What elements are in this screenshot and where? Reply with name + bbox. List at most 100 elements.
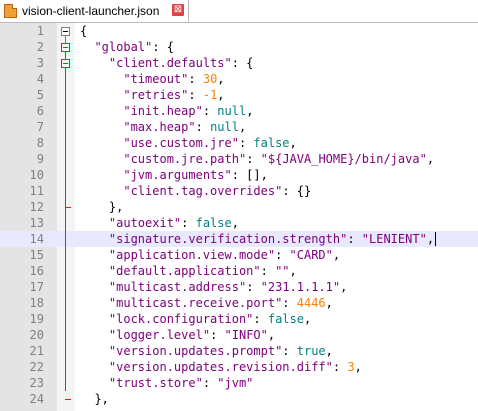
code-token: "231.1.1.1" xyxy=(260,280,341,294)
code-line[interactable]: 19 "lock.configuration": false, xyxy=(0,311,478,327)
code-token: : xyxy=(260,264,276,278)
code-token: }, xyxy=(80,200,124,214)
code-token: "INFO" xyxy=(224,328,268,342)
code-line[interactable]: 18 "multicast.receive.port": 4446, xyxy=(0,295,478,311)
line-number: 16 xyxy=(29,264,44,278)
code-token: : xyxy=(188,72,203,86)
tab-vision-client-launcher[interactable]: vision-client-launcher.json ⊠ xyxy=(0,0,189,22)
code-line[interactable]: 5 "retries": -1, xyxy=(0,87,478,103)
code-text: "autoexit": false, xyxy=(80,215,239,231)
code-token: "jvm.arguments" xyxy=(123,168,232,182)
code-line[interactable]: 23 "trust.store": "jvm" xyxy=(0,375,478,391)
code-line[interactable]: 24 }, xyxy=(0,391,478,407)
line-number: 15 xyxy=(29,248,44,262)
code-token: : {} xyxy=(282,184,312,198)
code-line[interactable]: 20 "logger.level": "INFO", xyxy=(0,327,478,343)
code-token: : xyxy=(202,376,218,390)
code-line[interactable]: 11 "client.tag.overrides": {} xyxy=(0,183,478,199)
code-token: 4446 xyxy=(296,296,326,310)
code-line[interactable]: 21 "version.updates.prompt": true, xyxy=(0,343,478,359)
code-text: "timeout": 30, xyxy=(80,71,224,87)
code-token: { xyxy=(80,24,88,38)
code-token: "multicast.receive.port" xyxy=(108,296,283,310)
line-number: 17 xyxy=(29,280,44,294)
fold-toggle-icon[interactable] xyxy=(61,43,70,52)
line-number: 7 xyxy=(36,120,44,134)
code-token: , xyxy=(426,152,435,166)
code-line[interactable]: 16 "default.application": "", xyxy=(0,263,478,279)
code-token: : xyxy=(188,88,203,102)
line-number: 22 xyxy=(29,360,44,374)
line-number: 6 xyxy=(36,104,44,118)
code-token: "application.view.mode" xyxy=(108,248,276,262)
tab-label: vision-client-launcher.json xyxy=(22,4,160,18)
line-number: 3 xyxy=(36,56,44,70)
code-token: "" xyxy=(275,264,290,278)
code-token: 3 xyxy=(347,360,355,374)
code-token: , xyxy=(217,88,225,102)
code-line[interactable]: 17 "multicast.address": "231.1.1.1", xyxy=(0,279,478,295)
code-line[interactable]: 1{ xyxy=(0,23,478,39)
code-line[interactable]: 12 }, xyxy=(0,199,478,215)
code-token: , xyxy=(289,136,297,150)
code-token: false xyxy=(253,136,290,150)
code-token: "LENIENT" xyxy=(361,232,427,246)
code-token: , xyxy=(231,216,239,230)
code-token: "global" xyxy=(94,40,153,54)
code-line[interactable]: 4 "timeout": 30, xyxy=(0,71,478,87)
code-text: { xyxy=(80,23,87,39)
fold-end-marker xyxy=(65,207,71,208)
code-token: "${JAVA_HOME}/bin/java" xyxy=(260,152,427,166)
code-token: "logger.level" xyxy=(108,328,211,342)
code-text: "custom.jre.path": "${JAVA_HOME}/bin/jav… xyxy=(80,151,434,167)
code-token: "use.custom.jre" xyxy=(123,136,239,150)
line-number: 19 xyxy=(29,312,44,326)
code-token: : xyxy=(282,296,297,310)
code-token: }, xyxy=(80,392,109,406)
code-text: "client.tag.overrides": {} xyxy=(80,183,311,199)
fold-end-marker xyxy=(65,399,71,400)
code-line[interactable]: 10 "jvm.arguments": [], xyxy=(0,167,478,183)
code-line[interactable]: 9 "custom.jre.path": "${JAVA_HOME}/bin/j… xyxy=(0,151,478,167)
fold-toggle-icon[interactable] xyxy=(61,27,70,36)
code-token: , xyxy=(325,344,333,358)
code-text: "version.updates.prompt": true, xyxy=(80,343,333,359)
code-token: "signature.verification.strength" xyxy=(108,232,348,246)
code-text: "retries": -1, xyxy=(80,87,225,103)
code-line[interactable]: 2 "global": { xyxy=(0,39,478,55)
code-line[interactable]: 13 "autoexit": false, xyxy=(0,215,478,231)
code-token: "version.updates.prompt" xyxy=(108,344,283,358)
code-token: "autoexit" xyxy=(108,216,182,230)
code-token: : xyxy=(246,152,261,166)
tab-bar: vision-client-launcher.json ⊠ xyxy=(0,0,478,23)
code-token: : xyxy=(347,232,362,246)
code-line[interactable]: 7 "max.heap": null, xyxy=(0,119,478,135)
code-text: "signature.verification.strength": "LENI… xyxy=(80,231,434,247)
line-number: 21 xyxy=(29,344,44,358)
close-icon[interactable]: ⊠ xyxy=(172,4,184,16)
code-token: "default.application" xyxy=(108,264,261,278)
code-token: : xyxy=(195,120,211,134)
code-token: "retries" xyxy=(123,88,189,102)
code-text: "init.heap": null, xyxy=(80,103,253,119)
code-line[interactable]: 22 "version.updates.revision.diff": 3, xyxy=(0,359,478,375)
code-line[interactable]: 6 "init.heap": null, xyxy=(0,103,478,119)
code-token: -1 xyxy=(202,88,218,102)
json-file-icon xyxy=(4,4,17,18)
code-line[interactable]: 8 "use.custom.jre": false, xyxy=(0,135,478,151)
code-line[interactable]: 15 "application.view.mode": "CARD", xyxy=(0,247,478,263)
code-token: "version.updates.revision.diff" xyxy=(108,360,333,374)
code-line[interactable]: 14 "signature.verification.strength": "L… xyxy=(0,231,478,247)
code-line[interactable]: 3 "client.defaults": { xyxy=(0,55,478,71)
fold-toggle-icon[interactable] xyxy=(61,59,70,68)
code-editor[interactable]: 1{2 "global": {3 "client.defaults": {4 "… xyxy=(0,23,478,411)
